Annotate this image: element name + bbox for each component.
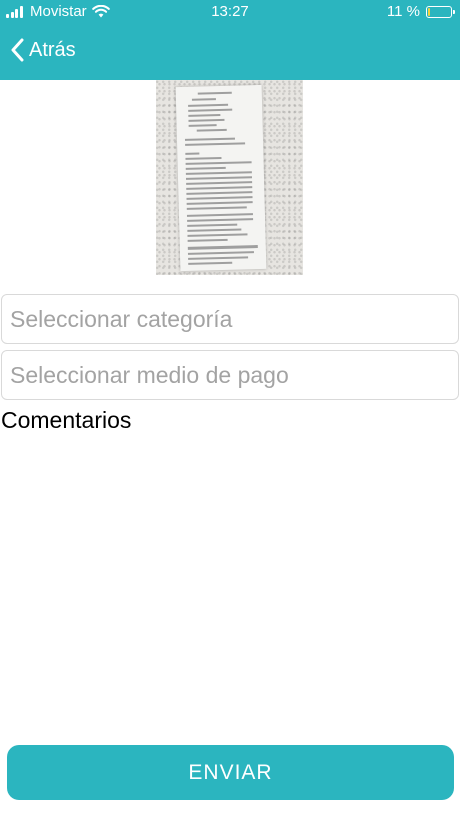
category-placeholder: Seleccionar categoría (10, 305, 233, 332)
submit-label: ENVIAR (188, 760, 273, 784)
battery-icon (426, 5, 455, 18)
battery-percentage: 11 % (386, 3, 420, 20)
back-button[interactable]: Atrás (10, 38, 76, 62)
back-label: Atrás (29, 38, 76, 61)
chevron-left-icon (11, 38, 24, 62)
submit-button[interactable]: ENVIAR (7, 745, 454, 800)
battery-fill (428, 7, 431, 16)
payment-method-placeholder: Seleccionar medio de pago (10, 361, 289, 388)
status-bar: Movistar 13:27 11 % (0, 0, 460, 24)
top-bar: Movistar 13:27 11 % Atrás (0, 0, 460, 80)
receipt-paper (175, 84, 267, 272)
navigation-bar: Atrás (0, 30, 460, 74)
status-right: 11 % (386, 3, 455, 20)
category-select[interactable]: Seleccionar categoría (1, 294, 459, 344)
comments-input[interactable] (0, 440, 460, 730)
receipt-photo[interactable] (156, 80, 303, 275)
payment-method-select[interactable]: Seleccionar medio de pago (1, 350, 459, 400)
comments-label: Comentarios (1, 407, 132, 433)
